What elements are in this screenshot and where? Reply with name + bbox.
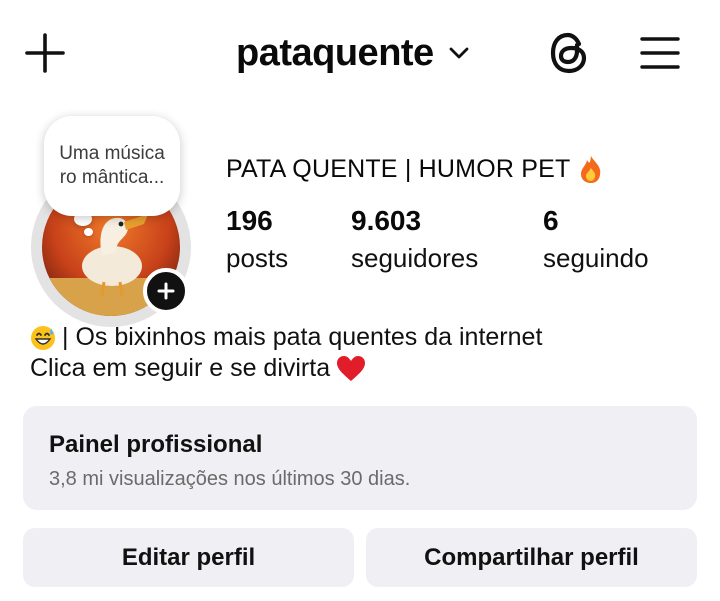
threads-icon [550, 32, 587, 74]
chevron-down-icon [449, 47, 469, 59]
stat-followers[interactable]: 9.603 seguidores [351, 204, 478, 278]
note-bubble[interactable]: Uma música ro mântica... [44, 116, 180, 216]
menu-button[interactable] [636, 32, 684, 74]
bio-line-2: Clica em seguir e se divirta [30, 353, 542, 384]
username: pataquente [236, 31, 434, 74]
display-name: PATA QUENTE | HUMOR PET [226, 154, 604, 184]
edit-profile-button[interactable]: Editar perfil [23, 528, 354, 587]
display-name-text: PATA QUENTE | HUMOR PET [226, 154, 571, 183]
stat-posts: 196 posts [226, 204, 288, 278]
grinning-sweat-emoji [31, 325, 55, 350]
share-profile-button[interactable]: Compartilhar perfil [366, 528, 697, 587]
red-heart-emoji [337, 356, 366, 381]
following-count: 6 [543, 205, 559, 236]
fire-emoji [581, 156, 601, 183]
professional-dashboard[interactable]: Painel profissional 3,8 mi visualizações… [23, 406, 697, 510]
note-bubble-tail-small [84, 228, 93, 236]
professional-dashboard-subtitle: 3,8 mi visualizações nos últimos 30 dias… [49, 468, 411, 490]
bio: | Os bixinhos mais pata quentes da inter… [30, 322, 542, 384]
following-label: seguindo [543, 243, 649, 273]
bio-line-1-text: | Os bixinhos mais pata quentes da inter… [62, 323, 543, 351]
bio-line-2-text: Clica em seguir e se divirta [30, 354, 331, 382]
professional-dashboard-title: Painel profissional [49, 431, 263, 458]
plus-icon [25, 33, 65, 73]
posts-count: 196 [226, 205, 273, 236]
stat-following[interactable]: 6 seguindo [543, 204, 649, 278]
followers-count: 9.603 [351, 205, 422, 236]
top-bar: pataquente [0, 0, 720, 105]
add-story-button[interactable] [143, 268, 189, 314]
create-button[interactable] [22, 30, 68, 76]
plus-icon [157, 282, 175, 300]
hamburger-menu-icon [640, 37, 680, 69]
threads-button[interactable] [544, 28, 594, 78]
posts-label: posts [226, 243, 289, 273]
account-switcher[interactable]: pataquente [236, 26, 470, 80]
note-text: Uma música ro mântica... [59, 143, 165, 188]
bio-line-1: | Os bixinhos mais pata quentes da inter… [30, 322, 542, 353]
followers-label: seguidores [351, 243, 479, 273]
